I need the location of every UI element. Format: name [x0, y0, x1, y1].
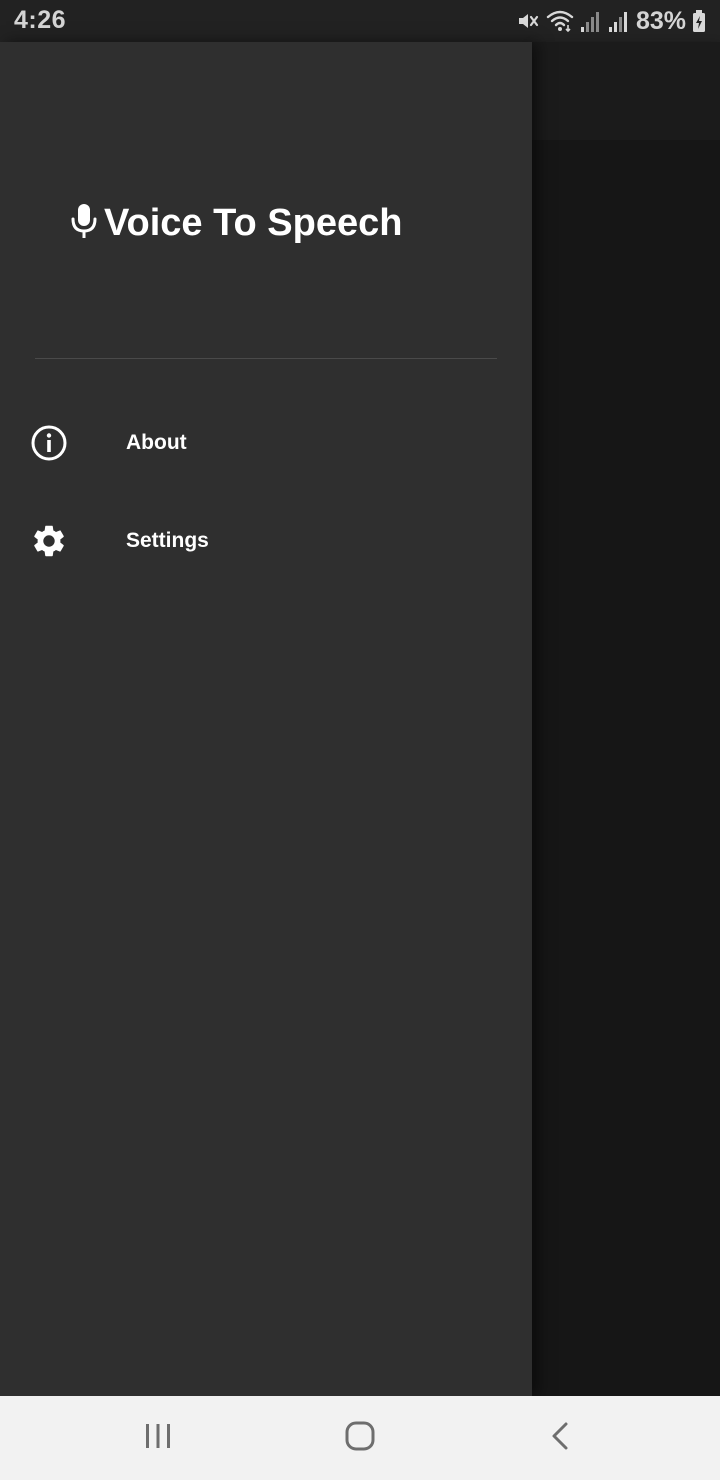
menu-item-about[interactable]: About	[0, 394, 532, 492]
home-icon	[344, 1420, 376, 1457]
status-time: 4:26	[14, 6, 67, 34]
recents-button[interactable]	[98, 1396, 218, 1480]
mute-icon	[516, 9, 540, 33]
drawer-title-row: Voice To Speech	[70, 202, 402, 245]
signal-icon	[608, 9, 630, 33]
microphone-icon	[70, 202, 98, 245]
back-button[interactable]	[501, 1396, 621, 1480]
drawer-divider	[35, 358, 497, 359]
status-bar: 4:26 83%	[0, 0, 720, 42]
battery-charging-icon	[692, 9, 706, 33]
navigation-drawer: Voice To Speech About Settings	[0, 42, 532, 1396]
wifi-icon	[546, 9, 574, 33]
menu-item-label: About	[126, 431, 187, 454]
back-icon	[546, 1421, 576, 1456]
battery-percent: 83%	[635, 6, 686, 35]
drawer-scrim[interactable]	[532, 140, 720, 1396]
info-icon	[30, 424, 68, 462]
system-nav-bar	[0, 1396, 720, 1480]
signal-icon	[580, 9, 602, 33]
drawer-title: Voice To Speech	[104, 202, 403, 244]
menu-item-label: Settings	[126, 529, 209, 552]
background-app-toolbar	[532, 42, 720, 140]
menu-item-settings[interactable]: Settings	[0, 492, 532, 590]
home-button[interactable]	[300, 1396, 420, 1480]
screen: 4:26 83% Voice To Speech About Settings	[0, 0, 720, 1480]
gear-icon	[30, 522, 68, 560]
drawer-header: Voice To Speech	[0, 42, 532, 358]
recents-icon	[143, 1421, 173, 1456]
status-icons: 83%	[516, 6, 706, 36]
